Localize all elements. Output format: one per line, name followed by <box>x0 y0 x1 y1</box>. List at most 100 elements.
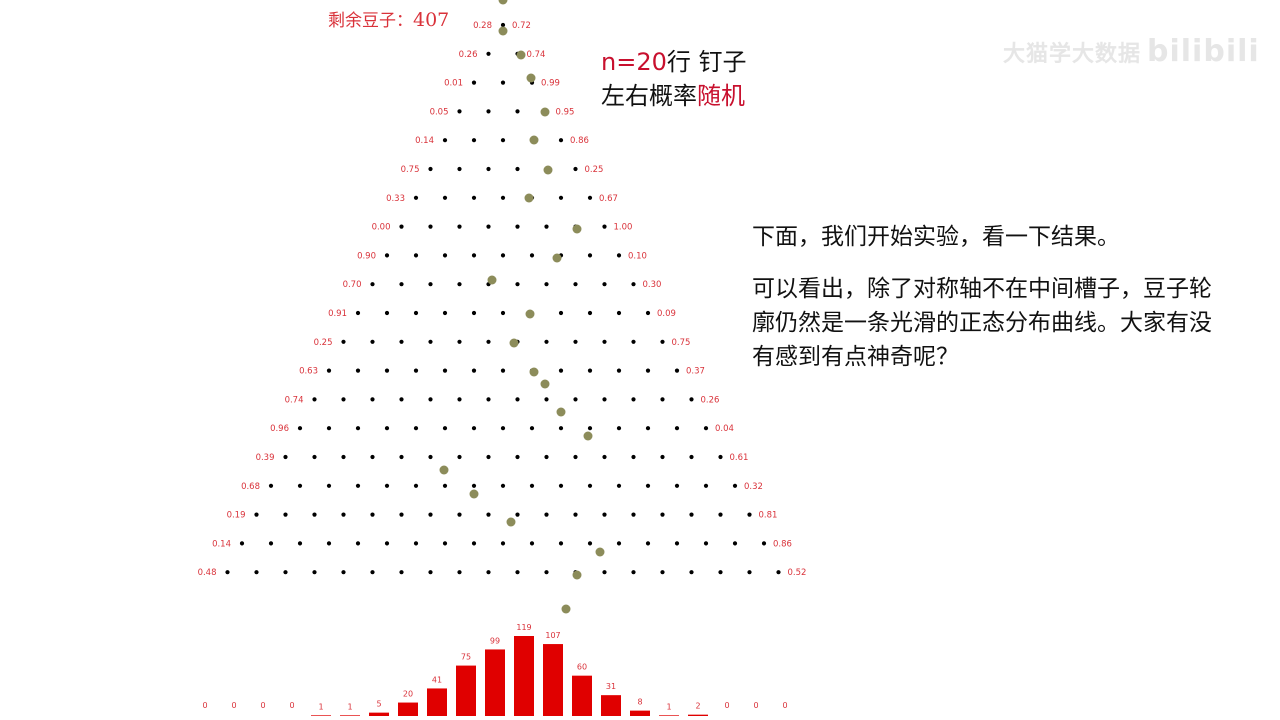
peg <box>718 454 723 460</box>
peg <box>500 310 506 316</box>
peg <box>573 397 578 402</box>
peg <box>529 483 535 488</box>
left-prob-label: 0.05 <box>430 107 449 117</box>
peg <box>515 166 520 172</box>
left-prob-label: 0.28 <box>473 21 492 31</box>
n-prefix: n= <box>601 48 637 76</box>
peg <box>558 195 564 200</box>
histogram-value-label: 31 <box>606 682 616 691</box>
peg <box>587 541 593 546</box>
peg <box>515 224 520 229</box>
peg <box>341 397 346 402</box>
peg <box>254 512 259 517</box>
peg <box>558 138 564 143</box>
histogram-value-label: 1 <box>666 702 671 711</box>
peg <box>471 310 477 316</box>
histogram-value-label: 1 <box>318 702 323 711</box>
peg <box>471 541 477 546</box>
peg <box>370 397 375 402</box>
peg <box>587 368 593 373</box>
peg <box>326 483 332 488</box>
peg <box>428 512 433 517</box>
peg <box>747 512 752 517</box>
peg <box>689 397 694 402</box>
histogram-value-label: 60 <box>577 663 587 672</box>
peg <box>645 310 651 316</box>
peg <box>645 426 651 431</box>
explanation-line-2: 可以看出，除了对称轴不在中间槽子，豆子轮廓仍然是一条光滑的正态分布曲线。大家有没… <box>752 276 1212 370</box>
peg <box>442 426 448 431</box>
peg <box>486 339 491 344</box>
peg <box>616 541 622 546</box>
bean <box>439 465 449 475</box>
n-value: 20 <box>636 48 667 76</box>
peg <box>471 195 477 200</box>
peg <box>442 195 448 200</box>
peg <box>442 310 448 316</box>
left-prob-label: 0.68 <box>241 482 260 492</box>
peg <box>384 483 390 488</box>
peg <box>471 80 477 85</box>
peg <box>471 426 477 431</box>
peg <box>326 368 332 373</box>
row-count-line: n=20行 钉子 <box>601 45 747 79</box>
peg <box>660 512 665 517</box>
histogram-value-label: 0 <box>260 701 265 710</box>
peg <box>500 368 506 373</box>
histogram-bar <box>311 715 331 716</box>
peg <box>486 51 491 56</box>
right-prob-label: 0.75 <box>672 338 691 348</box>
bean <box>529 367 539 377</box>
peg <box>283 570 288 575</box>
peg <box>558 426 564 431</box>
prob-text: 左右概率 <box>601 82 697 110</box>
peg <box>471 253 477 258</box>
bean <box>552 253 562 263</box>
peg <box>587 253 593 258</box>
histogram-value-label: 2 <box>695 702 700 711</box>
peg <box>457 512 462 517</box>
explanation: 下面，我们开始实验，看一下结果。 可以看出，除了对称轴不在中间槽子，豆子轮廓仍然… <box>752 220 1232 392</box>
histogram-bar <box>659 715 679 716</box>
bean <box>572 570 582 580</box>
left-prob-label: 0.74 <box>285 395 304 405</box>
peg <box>616 310 622 316</box>
bean <box>540 379 550 389</box>
histogram-value-label: 0 <box>782 701 787 710</box>
histogram-value-label: 99 <box>490 636 500 645</box>
peg <box>428 166 433 172</box>
peg <box>457 224 462 229</box>
peg <box>384 368 390 373</box>
peg <box>370 512 375 517</box>
peg <box>312 512 317 517</box>
right-prob-label: 0.09 <box>657 309 676 319</box>
peg <box>471 138 477 143</box>
histogram-value-label: 0 <box>231 701 236 710</box>
peg <box>413 310 419 316</box>
histogram-value-label: 1 <box>347 702 352 711</box>
peg <box>616 253 622 258</box>
left-prob-label: 0.01 <box>444 79 463 89</box>
peg <box>573 512 578 517</box>
peg <box>413 368 419 373</box>
peg <box>312 397 317 402</box>
right-prob-label: 0.04 <box>715 424 734 434</box>
peg <box>341 570 346 575</box>
peg <box>718 570 723 575</box>
left-prob-label: 0.48 <box>198 568 217 578</box>
peg <box>660 570 665 575</box>
right-prob-label: 0.72 <box>512 21 531 31</box>
right-prob-label: 1.00 <box>614 223 633 233</box>
peg <box>486 224 491 229</box>
left-prob-label: 0.90 <box>357 251 376 261</box>
histogram-bar <box>630 710 650 716</box>
left-prob-label: 0.96 <box>270 424 289 434</box>
peg <box>776 570 781 575</box>
peg <box>500 541 506 546</box>
peg <box>573 454 578 460</box>
peg <box>428 397 433 402</box>
peg <box>674 426 680 431</box>
peg <box>515 570 520 575</box>
peg <box>544 224 549 229</box>
peg <box>558 483 564 488</box>
